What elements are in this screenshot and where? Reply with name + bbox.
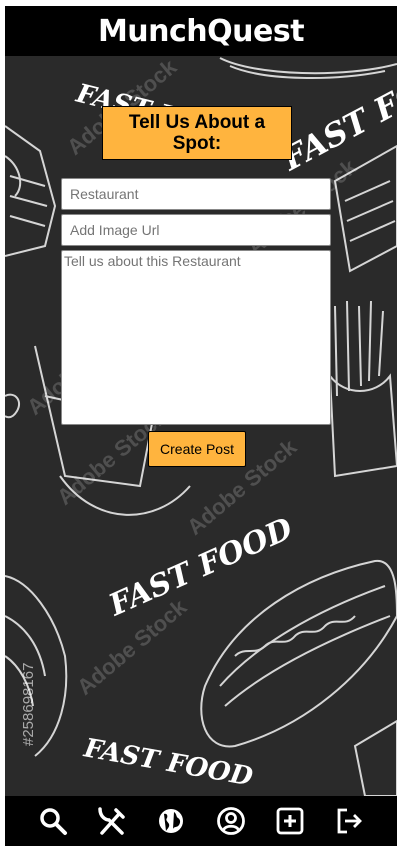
create-post-button[interactable]: Create Post — [148, 431, 246, 467]
nav-restaurants-button[interactable] — [95, 804, 129, 838]
hotdog-bun — [200, 559, 397, 748]
nav-create-button[interactable] — [273, 804, 307, 838]
user-icon — [216, 807, 245, 835]
watermark-id-text: #258698167 — [20, 663, 37, 746]
app-header: MunchQuest — [5, 6, 397, 56]
bg-fast-food-text: FAST FOOD — [81, 733, 256, 792]
scribble-left — [5, 393, 21, 419]
restaurant-input[interactable] — [61, 178, 331, 210]
bg-fast-food-text: FAST FOOD — [275, 56, 397, 179]
fries-box-left — [5, 125, 57, 257]
nav-explore-button[interactable] — [154, 804, 188, 838]
background-illustration: FAST FOOD FAST FOOD FAST FOOD FAST FOOD … — [5, 56, 397, 796]
globe-icon — [159, 809, 184, 833]
nav-search-button[interactable] — [36, 804, 70, 838]
drink-bottom-right — [353, 719, 397, 796]
bottom-nav — [5, 796, 397, 846]
app-frame: MunchQuest FAST FAST FOOD FAST FOOD FAST… — [5, 6, 397, 846]
plus-square-icon — [276, 807, 304, 835]
search-icon — [39, 808, 67, 835]
fries-box-left-lines — [9, 175, 48, 227]
logout-icon — [337, 808, 363, 834]
app-title: MunchQuest — [97, 13, 305, 49]
nav-logout-button[interactable] — [332, 804, 366, 838]
form-heading: Tell Us About a Spot: — [128, 112, 266, 154]
nav-profile-button[interactable] — [214, 804, 248, 838]
fries-sticks — [334, 300, 384, 397]
image-url-input[interactable] — [61, 214, 331, 246]
description-textarea[interactable] — [61, 250, 331, 425]
hotdog-sausage — [219, 585, 391, 707]
form-heading-panel: Tell Us About a Spot: — [102, 106, 292, 160]
fries-box-right-lines — [344, 180, 396, 242]
utensils-icon — [98, 807, 125, 835]
fries-cup — [328, 372, 397, 478]
hotdog-lettuce — [234, 615, 356, 657]
